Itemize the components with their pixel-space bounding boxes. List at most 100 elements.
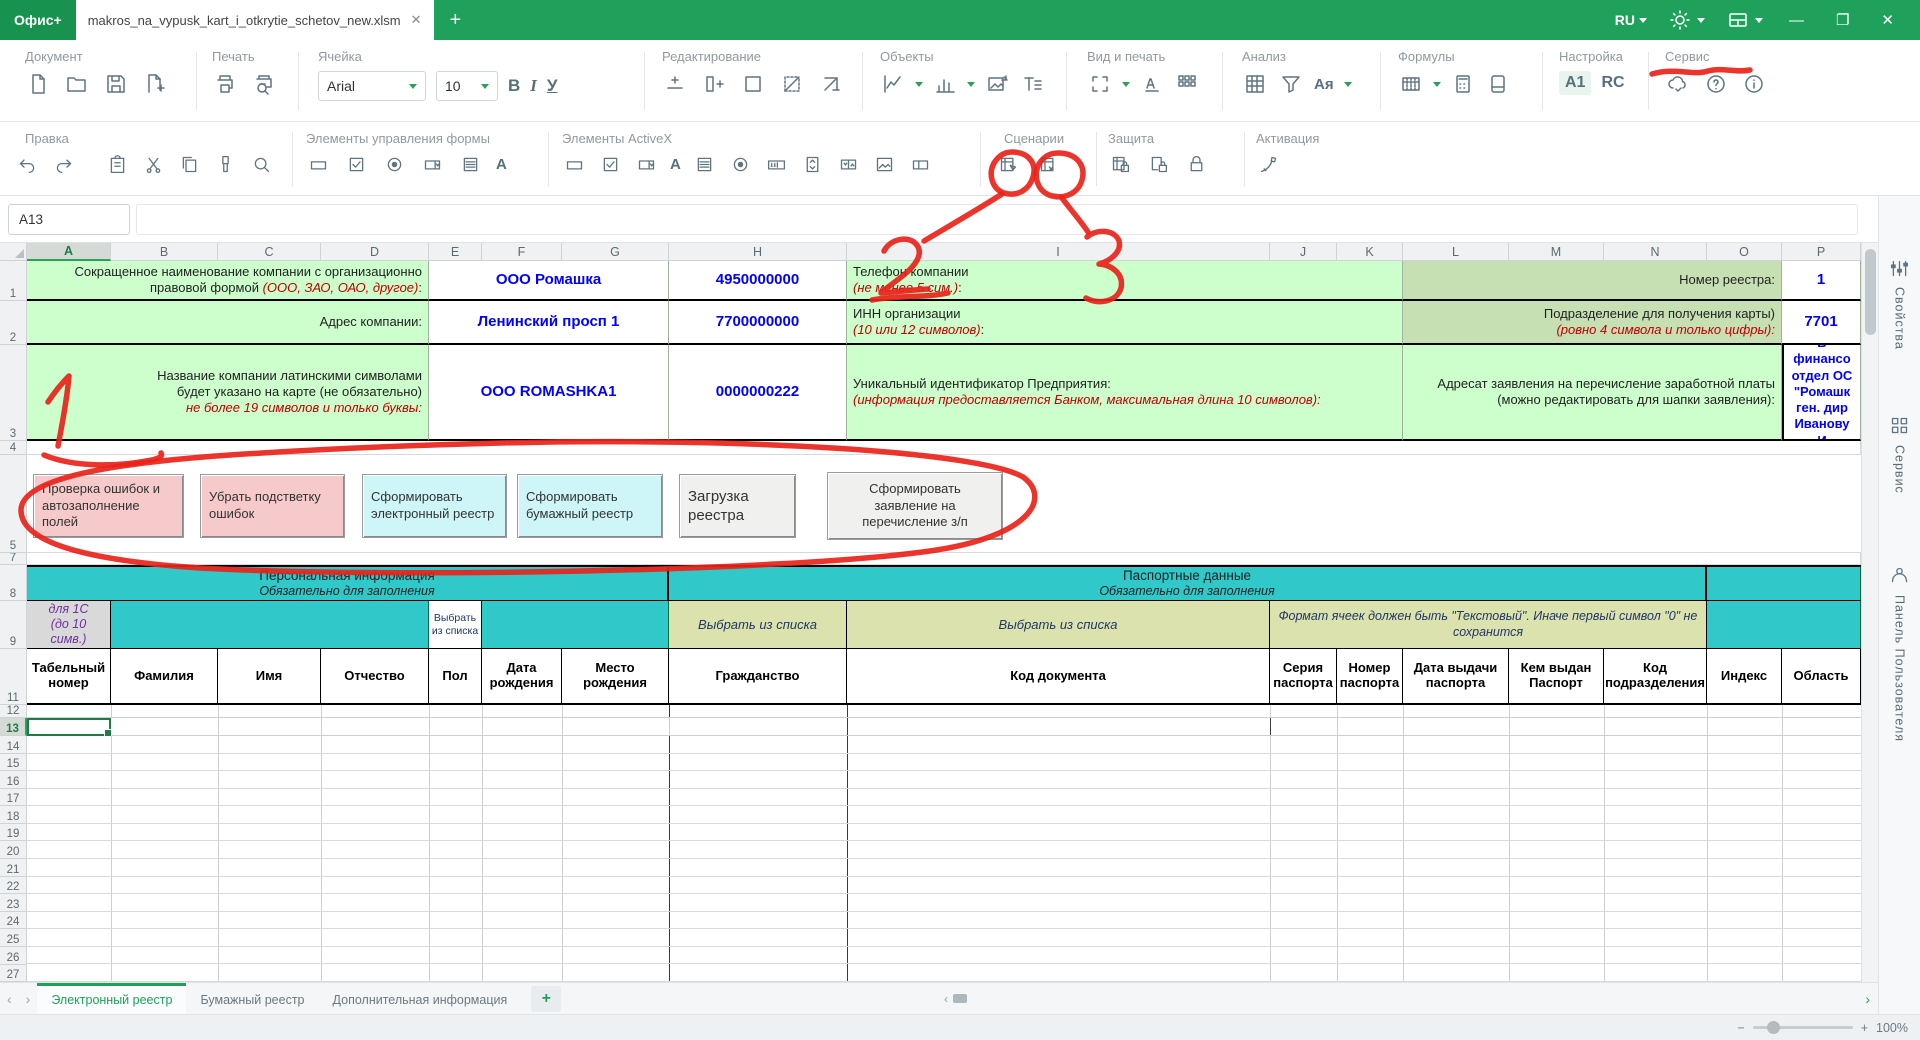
caption-passport-number[interactable]: Номер паспорта	[1337, 649, 1403, 705]
cell-latin-name-label[interactable]: Название компании латинскими символами б…	[27, 345, 429, 441]
row-header-26[interactable]: 26	[0, 947, 27, 965]
row-header-25[interactable]: 25	[0, 929, 27, 947]
cell-registry-number-value[interactable]: 1	[1782, 261, 1861, 301]
row-header-22[interactable]: 22	[0, 877, 27, 895]
format-brush-icon[interactable]	[213, 152, 237, 176]
insert-image-icon[interactable]	[984, 71, 1010, 97]
print-preview-icon[interactable]	[251, 71, 277, 97]
row-header-7[interactable]: 7	[0, 553, 27, 565]
restore-button[interactable]: ❐	[1824, 11, 1861, 29]
paste-icon[interactable]	[105, 152, 129, 176]
tabs-scroll-right-icon[interactable]: ›	[19, 991, 38, 1007]
row-header-5[interactable]: 5	[0, 455, 27, 553]
headers-icon[interactable]	[1139, 71, 1165, 97]
caption-passport-series[interactable]: Серия паспорта	[1270, 649, 1337, 705]
row-12-empty[interactable]	[27, 705, 1861, 718]
add-sheet-button[interactable]: +	[531, 986, 561, 1012]
no-borders-icon[interactable]	[779, 71, 805, 97]
redo-icon[interactable]	[51, 152, 75, 176]
activex-toggle-icon[interactable]	[909, 152, 933, 176]
empty-cells-area[interactable]	[27, 736, 1861, 982]
cell-passport-data-header[interactable]: Паспортные данные Обязательно для заполн…	[669, 565, 1707, 601]
line-chart-icon[interactable]	[880, 71, 906, 97]
column-header-g[interactable]: G	[562, 243, 669, 261]
sheet-tab-paper-registry[interactable]: Бумажный реестр	[186, 983, 318, 1014]
help-icon[interactable]	[1703, 71, 1729, 97]
caption-birth-place[interactable]: Место рождения	[562, 649, 669, 705]
scenario-view-icon[interactable]	[1036, 152, 1060, 176]
row-header-19[interactable]: 19	[0, 824, 27, 842]
form-radio-icon[interactable]	[382, 152, 406, 176]
tabs-scroll-left-icon[interactable]: ‹	[0, 991, 19, 1007]
form-checkbox-icon[interactable]	[344, 152, 368, 176]
sidebar-panel-properties[interactable]: Свойства	[1879, 256, 1920, 350]
named-ranges-icon[interactable]	[1398, 71, 1424, 97]
activex-updown-icon[interactable]	[837, 152, 861, 176]
form-listbox-icon[interactable]	[458, 152, 482, 176]
new-document-tab-button[interactable]: +	[434, 0, 478, 40]
row-13-empty[interactable]	[111, 718, 1861, 736]
row-header-11[interactable]: 11	[0, 649, 27, 705]
row-header-21[interactable]: 21	[0, 859, 27, 877]
reference-style-a1-button[interactable]: A1	[1559, 71, 1591, 95]
row-header-20[interactable]: 20	[0, 841, 27, 859]
column-header-a[interactable]: A	[27, 243, 111, 261]
active-cell-a13[interactable]	[27, 718, 111, 736]
sheet-tab-additional-info[interactable]: Дополнительная информация	[319, 983, 522, 1014]
activex-radio-icon[interactable]	[729, 152, 753, 176]
underline-button[interactable]: У	[547, 76, 558, 96]
caption-passport-issue-date[interactable]: Дата выдачи паспорта	[1403, 649, 1509, 705]
cell-teal-empty-bcd[interactable]	[111, 601, 429, 649]
row-header-2[interactable]: 2	[0, 301, 27, 345]
language-switcher[interactable]: RU	[1609, 12, 1653, 28]
filter-icon[interactable]	[1278, 71, 1304, 97]
caption-citizenship[interactable]: Гражданство	[669, 649, 847, 705]
cell-subdivision-value[interactable]: 7701	[1782, 301, 1861, 345]
cell-uid-label[interactable]: Уникальный идентификатор Предприятия: (и…	[847, 345, 1403, 441]
column-header-h[interactable]: H	[669, 243, 847, 261]
cell-subdivision-label[interactable]: Подразделение для получения карты) (ровн…	[1403, 301, 1782, 345]
save-as-icon[interactable]	[142, 71, 168, 97]
column-header-m[interactable]: M	[1509, 243, 1604, 261]
cell-inn-label[interactable]: ИНН организации (10 или 12 символов):	[847, 301, 1403, 345]
cell-addressee-label[interactable]: Адресат заявления на перечисление зарабо…	[1403, 345, 1782, 441]
caption-gender[interactable]: Пол	[429, 649, 482, 705]
build-paper-registry-button[interactable]: Сформироватьбумажный реестр	[517, 474, 663, 538]
cell-company-name-value[interactable]: ООО Ромашка	[429, 261, 669, 301]
name-box[interactable]: A13	[8, 204, 130, 235]
find-icon[interactable]	[249, 152, 273, 176]
lock-icon[interactable]	[1184, 152, 1208, 176]
caption-patronymic[interactable]: Отчество	[321, 649, 429, 705]
zoom-in-button[interactable]: +	[1861, 1021, 1868, 1035]
check-errors-button[interactable]: Проверка ошибок иавтозаполнение полей	[33, 474, 184, 538]
sidebar-panel-service[interactable]: Сервис	[1879, 414, 1920, 494]
row-header-15[interactable]: 15	[0, 754, 27, 772]
row-header-18[interactable]: 18	[0, 806, 27, 824]
insert-cells-icon[interactable]	[662, 71, 688, 97]
activex-combobox-icon[interactable]	[634, 152, 658, 176]
build-electronic-registry-button[interactable]: Сформироватьэлектронный реестр	[362, 474, 507, 538]
scenario-manager-icon[interactable]	[996, 152, 1020, 176]
minimize-button[interactable]: —	[1777, 12, 1816, 29]
caption-surname[interactable]: Фамилия	[111, 649, 218, 705]
font-size-select[interactable]: 10	[436, 71, 498, 101]
cell-inn-value[interactable]: 7700000000	[669, 301, 847, 345]
activex-textbox-icon[interactable]	[765, 152, 789, 176]
clear-error-highlight-button[interactable]: Убрать подстветкуошибок	[200, 474, 345, 538]
cell-teal-empty-op[interactable]	[1707, 601, 1861, 649]
hscroll-left-icon[interactable]: ‹	[944, 992, 948, 1006]
cell-personal-info-header[interactable]: Персональная информация Обязательно для …	[27, 565, 669, 601]
sort-button[interactable]: Ая	[1314, 76, 1334, 93]
save-icon[interactable]	[103, 71, 129, 97]
pivot-table-icon[interactable]	[1242, 71, 1268, 97]
row-header-27[interactable]: 27	[0, 965, 27, 983]
notebook-icon[interactable]	[1485, 71, 1511, 97]
caption-subdivision-code[interactable]: Код подразделения	[1604, 649, 1707, 705]
theme-button[interactable]	[1661, 7, 1711, 33]
caption-document-code[interactable]: Код документа	[847, 649, 1270, 705]
select-all-corner[interactable]	[0, 243, 27, 261]
cell-pick-from-list-doccode[interactable]: Выбрать из списка	[847, 601, 1270, 649]
activex-label-icon[interactable]: A	[670, 156, 681, 173]
reference-style-rc-button[interactable]: RC	[1599, 71, 1626, 95]
protect-sheet-icon[interactable]	[1108, 152, 1132, 176]
